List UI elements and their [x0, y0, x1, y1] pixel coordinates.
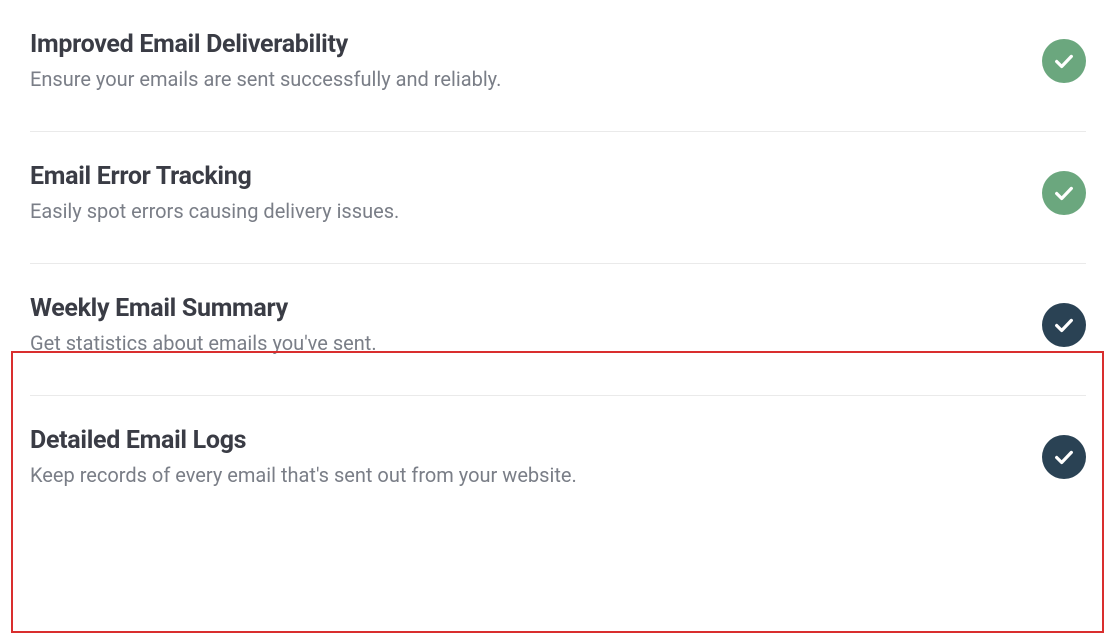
check-icon — [1042, 435, 1086, 479]
feature-text: Improved Email Deliverability Ensure you… — [30, 30, 1042, 91]
check-icon — [1042, 171, 1086, 215]
feature-desc: Keep records of every email that's sent … — [30, 463, 1042, 487]
feature-row-weekly-summary: Weekly Email Summary Get statistics abou… — [30, 264, 1086, 396]
feature-row-error-tracking: Email Error Tracking Easily spot errors … — [30, 132, 1086, 264]
feature-title: Email Error Tracking — [30, 162, 1042, 191]
feature-text: Email Error Tracking Easily spot errors … — [30, 162, 1042, 223]
feature-desc: Easily spot errors causing delivery issu… — [30, 199, 1042, 223]
check-icon — [1042, 303, 1086, 347]
feature-text: Detailed Email Logs Keep records of ever… — [30, 426, 1042, 487]
check-icon — [1042, 39, 1086, 83]
feature-text: Weekly Email Summary Get statistics abou… — [30, 294, 1042, 355]
feature-desc: Get statistics about emails you've sent. — [30, 331, 1042, 355]
feature-row-deliverability: Improved Email Deliverability Ensure you… — [30, 0, 1086, 132]
feature-desc: Ensure your emails are sent successfully… — [30, 67, 1042, 91]
feature-title: Improved Email Deliverability — [30, 30, 1042, 59]
feature-row-email-logs: Detailed Email Logs Keep records of ever… — [30, 396, 1086, 497]
feature-title: Detailed Email Logs — [30, 426, 1042, 455]
feature-title: Weekly Email Summary — [30, 294, 1042, 323]
features-list: Improved Email Deliverability Ensure you… — [0, 0, 1116, 497]
